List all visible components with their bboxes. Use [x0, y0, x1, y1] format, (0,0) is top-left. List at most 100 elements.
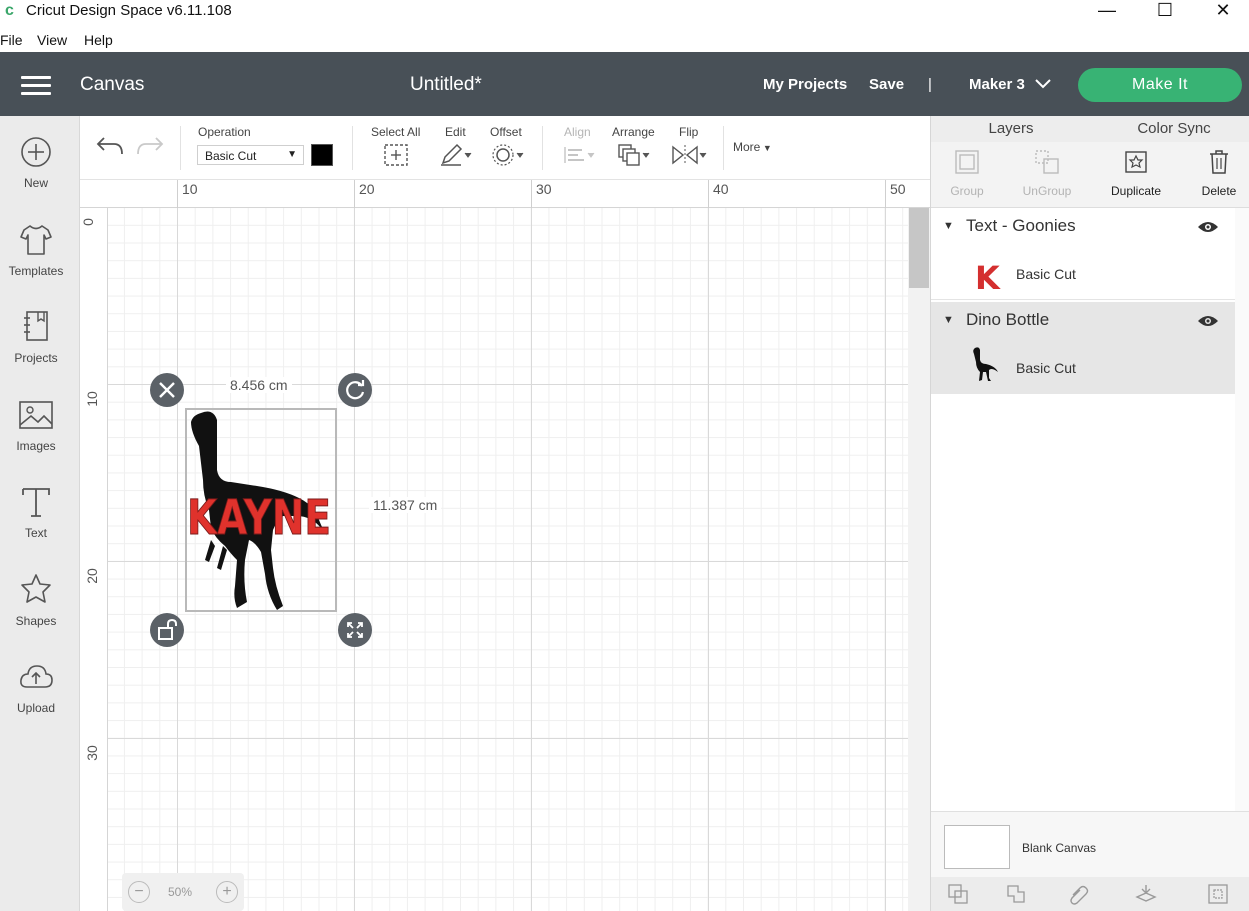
offset-label: Offset — [490, 125, 522, 139]
sidebar-label: Upload — [16, 701, 56, 715]
duplicate-icon — [1125, 151, 1147, 173]
flatten-icon[interactable] — [1135, 883, 1157, 905]
tab-color-sync[interactable]: Color Sync — [1094, 120, 1249, 137]
layer-operation: Basic Cut — [1016, 360, 1076, 376]
edit-pencil-icon[interactable] — [439, 143, 473, 167]
sidebar-item-images[interactable]: Images — [0, 397, 72, 477]
ruler-top-label: 20 — [359, 181, 375, 197]
left-sidebar: New Templates Projects Images Text Shape… — [0, 116, 80, 911]
flip-icon[interactable] — [671, 143, 707, 167]
operation-select[interactable]: Basic Cut ▼ — [197, 145, 304, 165]
ruler-top-tick — [177, 180, 178, 208]
menu-view[interactable]: View — [37, 32, 67, 48]
zoom-out-button[interactable]: − — [128, 881, 150, 903]
selection-bounding-box[interactable]: KAYNE — [185, 408, 337, 612]
select-all-label: Select All — [371, 125, 421, 139]
height-dimension: 11.387 cm — [369, 497, 442, 513]
ruler-left-label: 20 — [83, 568, 100, 584]
sidebar-item-templates[interactable]: Templates — [0, 222, 72, 302]
zoom-in-button[interactable]: + — [216, 881, 238, 903]
header-separator: | — [928, 76, 932, 93]
arrange-icon[interactable] — [617, 143, 651, 167]
edit-toolbar: Operation Basic Cut ▼ Select All Edit Of… — [80, 116, 930, 180]
unlock-icon — [158, 618, 177, 640]
sidebar-item-text[interactable]: Text — [0, 484, 72, 564]
lock-handle[interactable] — [150, 613, 184, 647]
ruler-top-label: 40 — [713, 181, 729, 197]
ruler-top-tick — [531, 180, 532, 208]
sidebar-item-shapes[interactable]: Shapes — [0, 572, 72, 652]
save-button[interactable]: Save — [869, 76, 904, 93]
ruler-top-label: 30 — [536, 181, 552, 197]
text-t-icon — [22, 488, 50, 517]
layer-group-dino-bottle[interactable]: ▼ Dino Bottle Basic Cut — [931, 302, 1235, 394]
rotate-handle[interactable] — [338, 373, 372, 407]
canvas-vertical-scrollbar[interactable] — [908, 208, 930, 911]
ungroup-button[interactable]: UnGroup — [1007, 142, 1087, 208]
window-title: Cricut Design Space v6.11.108 — [26, 2, 232, 19]
undo-icon[interactable] — [96, 136, 124, 156]
menu-help[interactable]: Help — [84, 32, 113, 48]
eye-icon[interactable] — [1197, 314, 1219, 328]
operation-label: Operation — [198, 125, 251, 139]
blank-canvas-layer[interactable]: Blank Canvas — [931, 811, 1249, 877]
eye-icon[interactable] — [1197, 220, 1219, 234]
window-titlebar: c Cricut Design Space v6.11.108 — ☐ ✕ — [0, 0, 1249, 28]
sidebar-label: Templates — [8, 264, 64, 278]
more-button[interactable]: More ▼ — [733, 140, 772, 154]
canvas-color-swatch[interactable] — [944, 825, 1010, 869]
sidebar-item-new[interactable]: New — [0, 136, 72, 216]
machine-selector[interactable]: Maker 3 — [969, 76, 1025, 93]
dino-design[interactable]: KAYNE — [187, 410, 337, 612]
attach-icon[interactable] — [1067, 883, 1089, 905]
sidebar-item-projects[interactable]: Projects — [0, 309, 72, 389]
layer-group-text-goonies[interactable]: ▼ Text - Goonies K Basic Cut — [931, 208, 1235, 300]
sidebar-item-upload[interactable]: Upload — [0, 659, 72, 739]
operation-color-swatch[interactable] — [311, 144, 333, 166]
offset-icon[interactable] — [491, 143, 525, 167]
make-it-button[interactable]: Make It — [1078, 68, 1242, 102]
slice-icon[interactable] — [947, 883, 969, 905]
section-title: Canvas — [80, 74, 145, 95]
tab-layers[interactable]: Layers — [931, 120, 1091, 137]
ruler-horizontal: 10 20 30 40 50 — [80, 180, 930, 208]
caret-down-icon[interactable]: ▼ — [943, 220, 954, 232]
close-icon — [159, 382, 175, 398]
tshirt-icon — [20, 225, 52, 255]
duplicate-button[interactable]: Duplicate — [1096, 142, 1176, 208]
arrange-label: Arrange — [612, 125, 655, 139]
redo-icon[interactable] — [136, 136, 164, 156]
caret-down-icon[interactable]: ▼ — [943, 314, 954, 326]
blank-canvas-label: Blank Canvas — [1022, 841, 1097, 855]
delete-button[interactable]: Delete — [1179, 142, 1249, 208]
chevron-down-icon[interactable] — [1035, 79, 1051, 89]
group-button[interactable]: Group — [927, 142, 1007, 208]
notebook-icon — [24, 311, 48, 341]
layer-thumbnail-dino — [973, 347, 998, 381]
layers-scrollbar[interactable] — [1235, 208, 1249, 811]
maximize-button[interactable]: ☐ — [1136, 0, 1194, 22]
ungroup-icon — [1035, 150, 1059, 174]
flip-label: Flip — [679, 125, 699, 139]
my-projects-link[interactable]: My Projects — [763, 76, 847, 93]
select-all-icon[interactable] — [383, 143, 409, 167]
combine-icon[interactable] — [1005, 883, 1027, 905]
minimize-button[interactable]: — — [1078, 0, 1136, 22]
layer-group-title: Dino Bottle — [966, 310, 1050, 329]
group-icon — [955, 150, 979, 174]
image-icon — [19, 401, 53, 429]
sidebar-label: Shapes — [15, 614, 57, 628]
delete-handle[interactable] — [150, 373, 184, 407]
resize-handle[interactable] — [338, 613, 372, 647]
ruler-left-label: 0 — [79, 218, 96, 226]
layer-group-title: Text - Goonies — [966, 216, 1076, 235]
contour-icon[interactable] — [1207, 883, 1229, 905]
app-header: Canvas Untitled* My Projects Save | Make… — [0, 52, 1249, 116]
hamburger-menu-icon[interactable] — [21, 76, 51, 95]
kayne-text: KAYNE — [187, 490, 331, 546]
scrollbar-thumb[interactable] — [909, 208, 929, 288]
menu-file[interactable]: File — [0, 32, 23, 48]
plus-circle-icon — [21, 137, 51, 167]
close-window-button[interactable]: ✕ — [1194, 0, 1249, 22]
align-icon[interactable] — [562, 143, 596, 167]
